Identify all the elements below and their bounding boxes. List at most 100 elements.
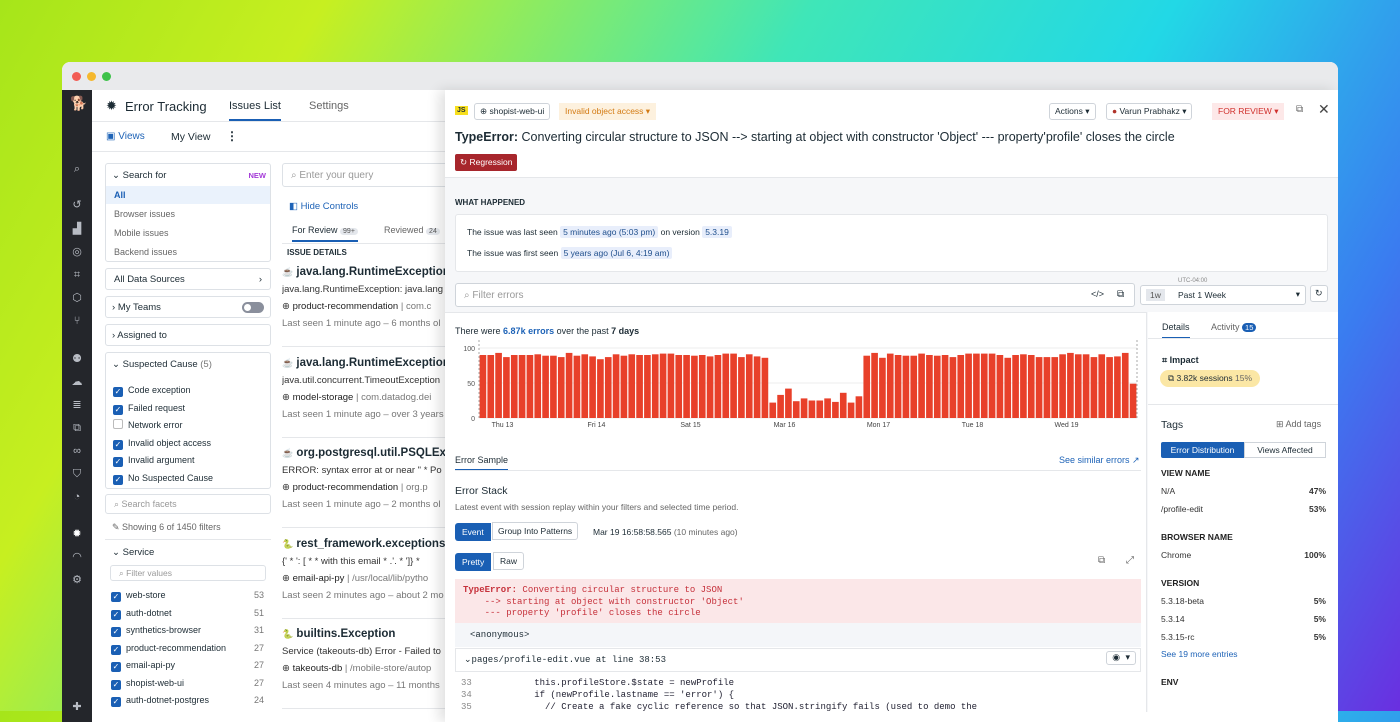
search-option-mobile[interactable]: Mobile issues [106, 224, 270, 242]
expand-icon[interactable]: ⤢ [1126, 555, 1134, 566]
service-facet-toggle[interactable]: ⌄ Service [112, 547, 154, 558]
cloud-icon[interactable]: ☁ [70, 375, 84, 389]
infrastructure-icon[interactable]: ⬡ [70, 291, 84, 305]
summary-count[interactable]: 6.87k errors [503, 326, 554, 336]
tab-activity[interactable]: Activity 15 [1211, 322, 1257, 332]
tag-row[interactable]: Chrome 100% [1161, 550, 1326, 560]
service-checkbox[interactable]: ✓ auth-dotnet-postgres 24 [111, 692, 264, 710]
tab-reviewed[interactable]: Reviewed 24 [384, 225, 440, 235]
assignee-dropdown[interactable]: ● Varun Prabhakz ▾ [1106, 103, 1193, 120]
service-checkbox[interactable]: ✓ shopist-web-ui 27 [111, 675, 264, 693]
checkbox[interactable]: ✓ [113, 474, 123, 485]
tag-row[interactable]: 5.3.15-rc 5% [1161, 632, 1326, 642]
security-icon[interactable]: ⛉ [70, 467, 84, 481]
data-sources-select[interactable]: All Data Sources › [105, 268, 271, 290]
checkbox[interactable]: ✓ [111, 592, 121, 602]
dashboards-icon[interactable]: ▟ [70, 222, 84, 236]
ci-icon[interactable]: ◔ [70, 490, 84, 504]
tab-error-sample[interactable]: Error Sample [455, 455, 509, 471]
tag-row[interactable]: 5.3.14 5% [1161, 614, 1326, 624]
tab-issues-list[interactable]: Issues List [229, 100, 281, 121]
views-button[interactable]: ▣ Views [106, 131, 145, 142]
checkbox[interactable]: ✓ [111, 627, 121, 637]
code-view-icon[interactable]: </> [1091, 289, 1104, 299]
integrations-icon[interactable]: ⚉ [70, 352, 84, 366]
checkbox[interactable] [113, 419, 123, 429]
filter-values-input[interactable]: ⌕ Filter values [110, 565, 266, 581]
plugins-icon[interactable]: ✚ [70, 700, 84, 714]
checkbox[interactable]: ✓ [111, 644, 121, 655]
add-tags-button[interactable]: ⊞ Add tags [1276, 419, 1321, 430]
search-option-all[interactable]: All [106, 186, 270, 204]
stack-frame-anonymous[interactable]: <anonymous> [455, 623, 1141, 647]
view-name[interactable]: My View [171, 131, 210, 143]
tag-row[interactable]: /profile-edit 53% [1161, 504, 1326, 514]
event-button[interactable]: Event [455, 523, 491, 541]
checkbox[interactable]: ✓ [113, 457, 123, 467]
time-range-select[interactable]: 1w Past 1 Week ▾ [1140, 285, 1306, 305]
github-button[interactable]: ◉ ▾ [1106, 651, 1136, 665]
tab-for-review[interactable]: For Review 99+ [292, 225, 358, 242]
more-options-icon[interactable]: ⋮ [226, 129, 238, 143]
error-tracking-icon[interactable]: ✹ [70, 527, 84, 541]
filter-errors-input[interactable]: ⌕ Filter errors [455, 283, 1135, 307]
cause-checkbox[interactable]: ✓ Failed request [113, 400, 213, 418]
actions-dropdown[interactable]: Actions ▾ [1049, 103, 1096, 120]
cause-checkbox[interactable]: ✓ Invalid argument [113, 452, 213, 470]
close-icon[interactable]: ✕ [1318, 101, 1330, 118]
service-checkbox[interactable]: ✓ synthetics-browser 31 [111, 622, 264, 640]
service-checkbox[interactable]: ✓ auth-dotnet 51 [111, 605, 264, 623]
service-checkbox[interactable]: ✓ email-api-py 27 [111, 657, 264, 675]
search-icon[interactable]: ⌕ [70, 162, 84, 176]
close-window-button[interactable] [72, 71, 81, 81]
monitors-icon[interactable]: ◎ [70, 245, 84, 259]
hide-controls-button[interactable]: ◧ Hide Controls [289, 201, 358, 212]
checkbox[interactable]: ✓ [111, 662, 121, 672]
settings-icon[interactable]: ⚙ [70, 573, 84, 587]
search-facets-input[interactable]: ⌕ Search facets [105, 494, 271, 514]
synthetics-icon[interactable]: ∞ [70, 444, 84, 458]
see-similar-errors-link[interactable]: See similar errors ↗ [1059, 455, 1140, 466]
cause-checkbox[interactable]: ✓ No Suspected Cause [113, 470, 213, 488]
watchdog-icon[interactable]: ⌗ [70, 268, 84, 282]
service-checkbox[interactable]: ✓ product-recommendation 27 [111, 640, 264, 658]
cause-dropdown[interactable]: Invalid object access ▾ [559, 103, 657, 120]
my-teams-toggle[interactable] [242, 302, 264, 313]
history-icon[interactable]: ↺ [70, 198, 84, 212]
search-option-browser[interactable]: Browser issues [106, 205, 270, 223]
checkbox[interactable]: ✓ [113, 439, 123, 450]
tab-details[interactable]: Details [1162, 322, 1190, 339]
see-more-entries-link[interactable]: See 19 more entries [1161, 649, 1326, 659]
my-teams-filter[interactable]: › My Teams [105, 296, 271, 318]
maximize-window-button[interactable] [102, 71, 111, 81]
cause-checkbox[interactable]: Network error [113, 417, 213, 435]
query-input[interactable]: ⌕ Enter your query [282, 163, 462, 187]
checkbox[interactable]: ✓ [113, 404, 123, 415]
rum-icon[interactable]: ⧉ [70, 421, 84, 435]
service-chip[interactable]: ⊕ shopist-web-ui [474, 103, 551, 120]
cause-checkbox[interactable]: ✓ Invalid object access [113, 435, 213, 453]
suspected-cause-toggle[interactable]: ⌄ Suspected Cause (5) [112, 359, 212, 370]
logs-icon[interactable]: ≣ [70, 398, 84, 412]
status-dropdown[interactable]: FOR REVIEW ▾ [1212, 103, 1285, 120]
tag-row[interactable]: N/A 47% [1161, 486, 1326, 496]
apm-icon[interactable]: ⑂ [70, 314, 84, 328]
tag-row[interactable]: 5.3.18-beta 5% [1161, 596, 1326, 606]
performance-icon[interactable]: ◠ [70, 550, 84, 564]
search-for-toggle[interactable]: ⌄ Search for [112, 170, 166, 181]
tab-settings[interactable]: Settings [309, 100, 349, 112]
datadog-logo-icon[interactable]: 🐕 [70, 96, 87, 110]
service-checkbox[interactable]: ✓ web-store 53 [111, 587, 264, 605]
pretty-button[interactable]: Pretty [455, 553, 492, 571]
group-patterns-button[interactable]: Group Into Patterns [492, 522, 579, 540]
checkbox[interactable]: ✓ [111, 697, 121, 707]
checkbox[interactable]: ✓ [113, 387, 123, 397]
stack-frame-file[interactable]: ⌄pages/profile-edit.vue at line 38:53 ◉ ▾ [455, 648, 1141, 672]
sessions-pill[interactable]: ⧉ 3.82k sessions 15% [1160, 370, 1261, 387]
checkbox[interactable]: ✓ [111, 679, 121, 690]
assigned-to-filter[interactable]: › Assigned to [105, 324, 271, 346]
raw-button[interactable]: Raw [493, 552, 525, 570]
refresh-button[interactable]: ↻ [1310, 285, 1328, 302]
copy-icon[interactable]: ⧉ [1117, 289, 1124, 300]
cause-checkbox[interactable]: ✓ Code exception [113, 382, 213, 400]
